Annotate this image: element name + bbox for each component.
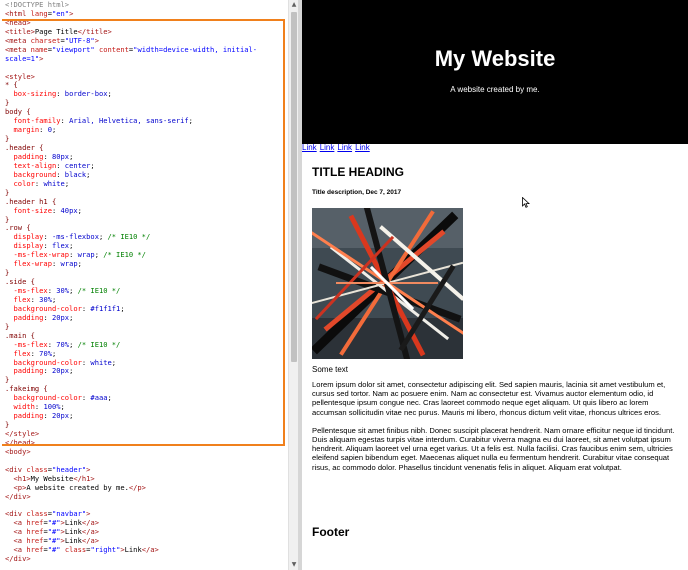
nav-link-3[interactable]: Link [337, 143, 352, 152]
paragraph-1: Lorem ipsum dolor sit amet, consectetur … [312, 380, 666, 417]
code-line[interactable]: </head> [5, 438, 257, 448]
nav-link-2[interactable]: Link [320, 143, 335, 152]
code-line[interactable]: <body> [5, 447, 257, 457]
some-text: Some text [312, 365, 349, 374]
paragraph-2: Pellentesque sit amet finibus nibh. Done… [312, 425, 675, 472]
code-line[interactable] [5, 64, 257, 73]
code-line[interactable]: </div> [5, 554, 257, 564]
mouse-cursor-icon [522, 197, 530, 208]
nav-link-4[interactable]: Link [355, 143, 370, 152]
code-editor[interactable]: <!DOCTYPE html> <html lang="en"> <head> <ti… [0, 0, 288, 570]
code-line[interactable]: padding: 20px; [5, 366, 257, 376]
title-heading: TITLE HEADING [312, 165, 404, 179]
site-title: My Website [434, 46, 556, 71]
code-line[interactable]: <style> [5, 72, 257, 82]
preview-pane: My Website A website created by me. Link… [302, 0, 688, 570]
scroll-thumb[interactable] [291, 12, 297, 362]
code-line[interactable]: </style> [5, 429, 257, 439]
site-header: My Website A website created by me. [302, 0, 688, 144]
code-line[interactable]: } [5, 268, 257, 278]
code-line[interactable]: box-sizing: border-box; [5, 89, 257, 99]
code-line[interactable]: } [5, 322, 257, 332]
title-description: Title description, Dec 7, 2017 [312, 189, 402, 196]
code-line[interactable]: </div> [5, 492, 257, 502]
editor-scrollbar[interactable]: ▲ ▼ [288, 0, 298, 570]
code-line[interactable]: color: white; [5, 179, 257, 189]
footer-title: Footer [312, 525, 350, 539]
code-line[interactable]: margin: 0; [5, 125, 257, 135]
site-subtitle: A website created by me. [450, 85, 540, 94]
code-line[interactable]: padding: 20px; [5, 313, 257, 323]
code-line[interactable]: scale=1"> [5, 54, 257, 64]
code-text[interactable]: <!DOCTYPE html> <html lang="en"> <head> <ti… [5, 0, 257, 564]
code-line[interactable]: <p>A website created by me.</p> [5, 483, 257, 493]
code-line[interactable]: } [5, 420, 257, 430]
navbar: Link Link Link Link [302, 143, 373, 153]
code-line[interactable]: flex-wrap: wrap; [5, 259, 257, 269]
code-line[interactable]: <a href="#" class="right">Link</a> [5, 545, 257, 555]
code-line[interactable]: } [5, 215, 257, 225]
abstract-image [312, 208, 463, 359]
code-line[interactable]: font-size: 40px; [5, 206, 257, 216]
code-line[interactable]: } [5, 98, 257, 108]
main-column: TITLE HEADING Title description, Dec 7, … [312, 165, 682, 481]
code-line[interactable]: padding: 20px; [5, 411, 257, 421]
nav-link-1[interactable]: Link [302, 143, 317, 152]
code-line[interactable]: <html lang="en"> [5, 9, 257, 19]
